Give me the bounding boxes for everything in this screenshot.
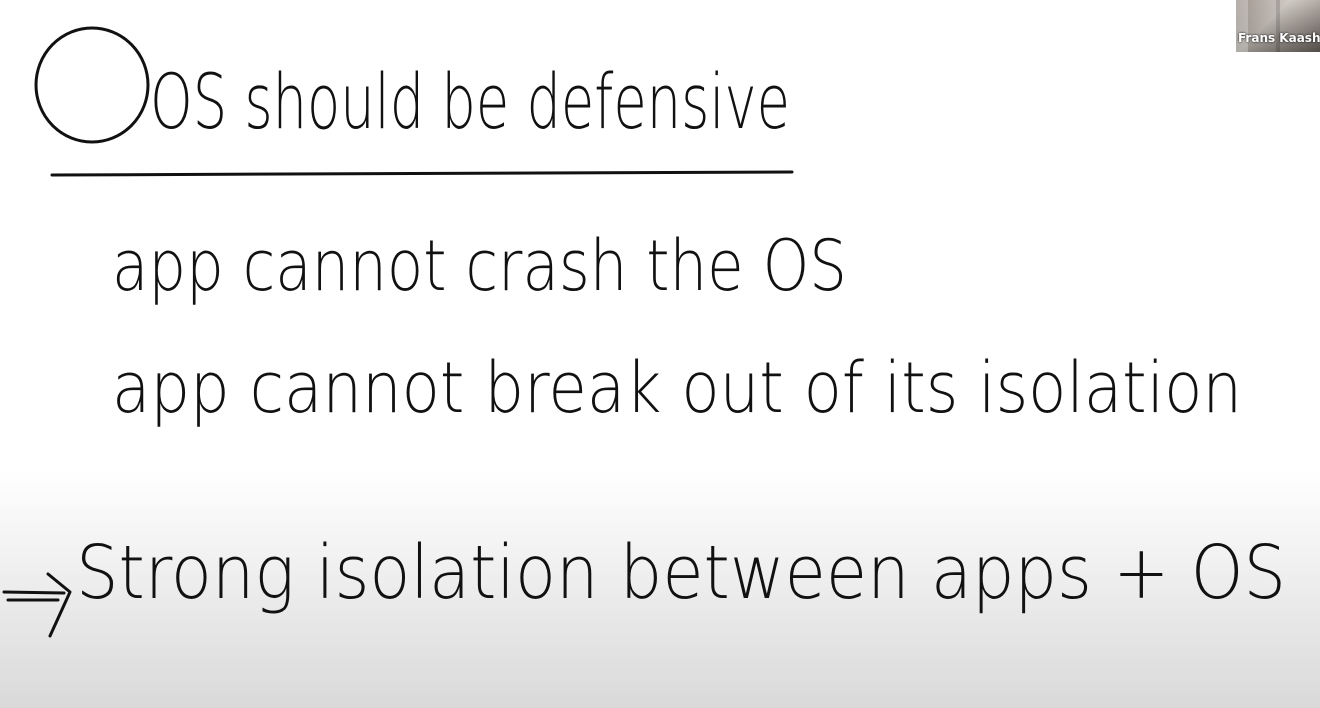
handwritten-line-2: app cannot break out of its isolation (112, 347, 1242, 429)
circled-o-stroke (34, 26, 150, 144)
handwritten-line-1: app cannot crash the OS (112, 225, 847, 307)
arrow-right-icon (2, 572, 72, 638)
participant-video-tile[interactable]: Frans Kaash (1236, 0, 1320, 52)
whiteboard-drawing: OS should be defensive app cannot crash … (2, 26, 1286, 638)
handwritten-line-3: Strong isolation between apps + OS (76, 530, 1286, 616)
title-underline (50, 170, 794, 177)
title-line: OS should be defensive (150, 57, 790, 146)
participant-name-label: Frans Kaash (1238, 31, 1320, 45)
